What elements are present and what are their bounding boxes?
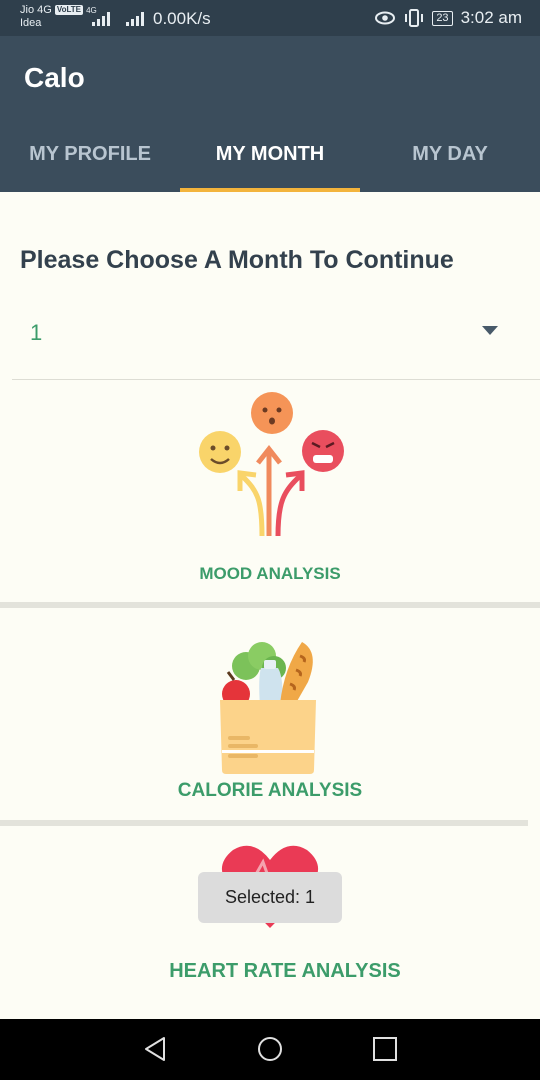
clock: 3:02 am (460, 8, 522, 27)
mood-analysis-label: MOOD ANALYSIS (199, 564, 341, 583)
tab-my-day[interactable]: MY DAY (360, 112, 540, 192)
app-bar: Calo MY PROFILE MY MONTH MY DAY (0, 36, 540, 192)
mood-analysis-card[interactable]: MOOD ANALYSIS (0, 381, 540, 602)
volte-badge: VoLTE (54, 5, 84, 15)
signal-strength-icon (92, 12, 110, 26)
navigation-bar (0, 1019, 540, 1080)
carrier-primary: Jio 4G (20, 4, 52, 16)
page-title: Please Choose A Month To Continue (20, 246, 454, 274)
calorie-analysis-label: CALORIE ANALYSIS (177, 780, 363, 801)
heart-rate-analysis-label: HEART RATE ANALYSIS (169, 960, 401, 982)
status-bar: Jio 4G VoLTE 4G Idea 0.00K/s 23 3:02 am (0, 0, 540, 36)
mood-arrows-icon (199, 392, 344, 537)
tab-my-profile[interactable]: MY PROFILE (0, 112, 180, 192)
eye-comfort-icon (375, 11, 396, 25)
home-icon[interactable] (257, 1036, 283, 1062)
recents-icon[interactable] (372, 1036, 398, 1062)
vibrate-icon (405, 9, 424, 27)
dropdown-arrow-icon (482, 326, 498, 335)
signal-strength-icon (126, 12, 144, 26)
app-title: Calo (24, 62, 85, 93)
network-speed: 0.00K/s (153, 9, 211, 28)
selection-toast: Selected: 1 (198, 872, 342, 923)
month-dropdown-value: 1 (30, 320, 43, 345)
carrier-secondary: Idea (20, 17, 42, 29)
carrier-info: Jio 4G VoLTE 4G Idea (20, 4, 97, 30)
battery-icon: 23 (432, 10, 453, 26)
back-icon[interactable] (142, 1036, 168, 1062)
month-dropdown[interactable]: 1 (12, 300, 540, 380)
tab-my-month[interactable]: MY MONTH (180, 112, 360, 192)
status-right: 23 3:02 am (374, 8, 522, 28)
calorie-analysis-card[interactable]: CALORIE ANALYSIS (0, 608, 540, 820)
grocery-bag-icon (220, 642, 316, 774)
tab-bar: MY PROFILE MY MONTH MY DAY (0, 112, 540, 192)
